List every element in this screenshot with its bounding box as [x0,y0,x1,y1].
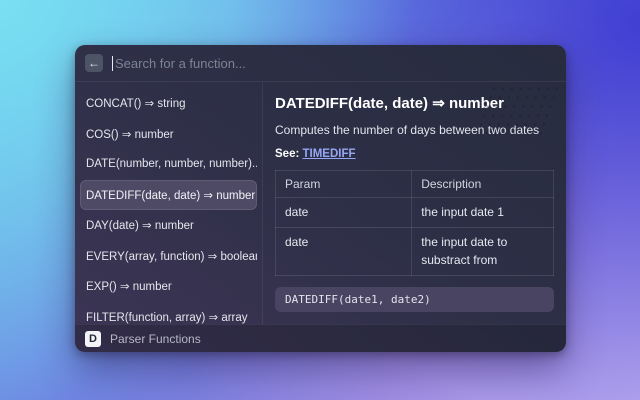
see-label: See: [275,148,299,160]
search-input[interactable] [115,56,556,71]
params-table: Param Description date the input date 1 … [275,170,554,276]
table-header-row: Param Description [276,171,554,198]
usage-code-snippet: DATEDIFF(date1, date2) [275,287,554,312]
back-arrow-icon: ← [88,57,100,69]
function-description: Computes the number of days between two … [275,123,554,137]
sidebar-item-filter[interactable]: FILTER(function, array) ⇒ array [80,302,257,325]
table-row: date the input date 1 [276,198,554,228]
function-list: CONCAT() ⇒ string COS() ⇒ number DATE(nu… [75,82,263,324]
footer-label: Parser Functions [110,332,201,346]
sidebar-item-date[interactable]: DATE(number, number, number)... [80,149,257,180]
table-row: date the input date to substract from [276,228,554,276]
sidebar-item-day[interactable]: DAY(date) ⇒ number [80,210,257,241]
description-cell: the input date 1 [412,198,554,228]
app-logo-badge: D [85,331,101,347]
description-cell: the input date to substract from [412,228,554,276]
footer-bar: D Parser Functions [75,324,566,352]
function-title: DATEDIFF(date, date) ⇒ number [275,94,554,112]
param-cell: date [276,228,412,276]
description-header: Description [412,171,554,198]
param-cell: date [276,198,412,228]
timediff-link[interactable]: TIMEDIFF [303,148,356,160]
function-detail-panel: DATEDIFF(date, date) ⇒ number Computes t… [263,82,566,324]
main-area: CONCAT() ⇒ string COS() ⇒ number DATE(nu… [75,82,566,324]
text-cursor [112,56,113,71]
search-bar: ← [75,45,566,82]
sidebar-item-concat[interactable]: CONCAT() ⇒ string [80,88,257,119]
sidebar-item-cos[interactable]: COS() ⇒ number [80,119,257,150]
sidebar-item-datediff[interactable]: DATEDIFF(date, date) ⇒ number [80,180,257,211]
see-also-row: See: TIMEDIFF [275,148,554,160]
back-button[interactable]: ← [85,54,103,72]
function-palette-window: ← CONCAT() ⇒ string COS() ⇒ number DATE(… [75,45,566,352]
sidebar-item-exp[interactable]: EXP() ⇒ number [80,271,257,302]
param-header: Param [276,171,412,198]
sidebar-item-every[interactable]: EVERY(array, function) ⇒ boolean [80,241,257,272]
